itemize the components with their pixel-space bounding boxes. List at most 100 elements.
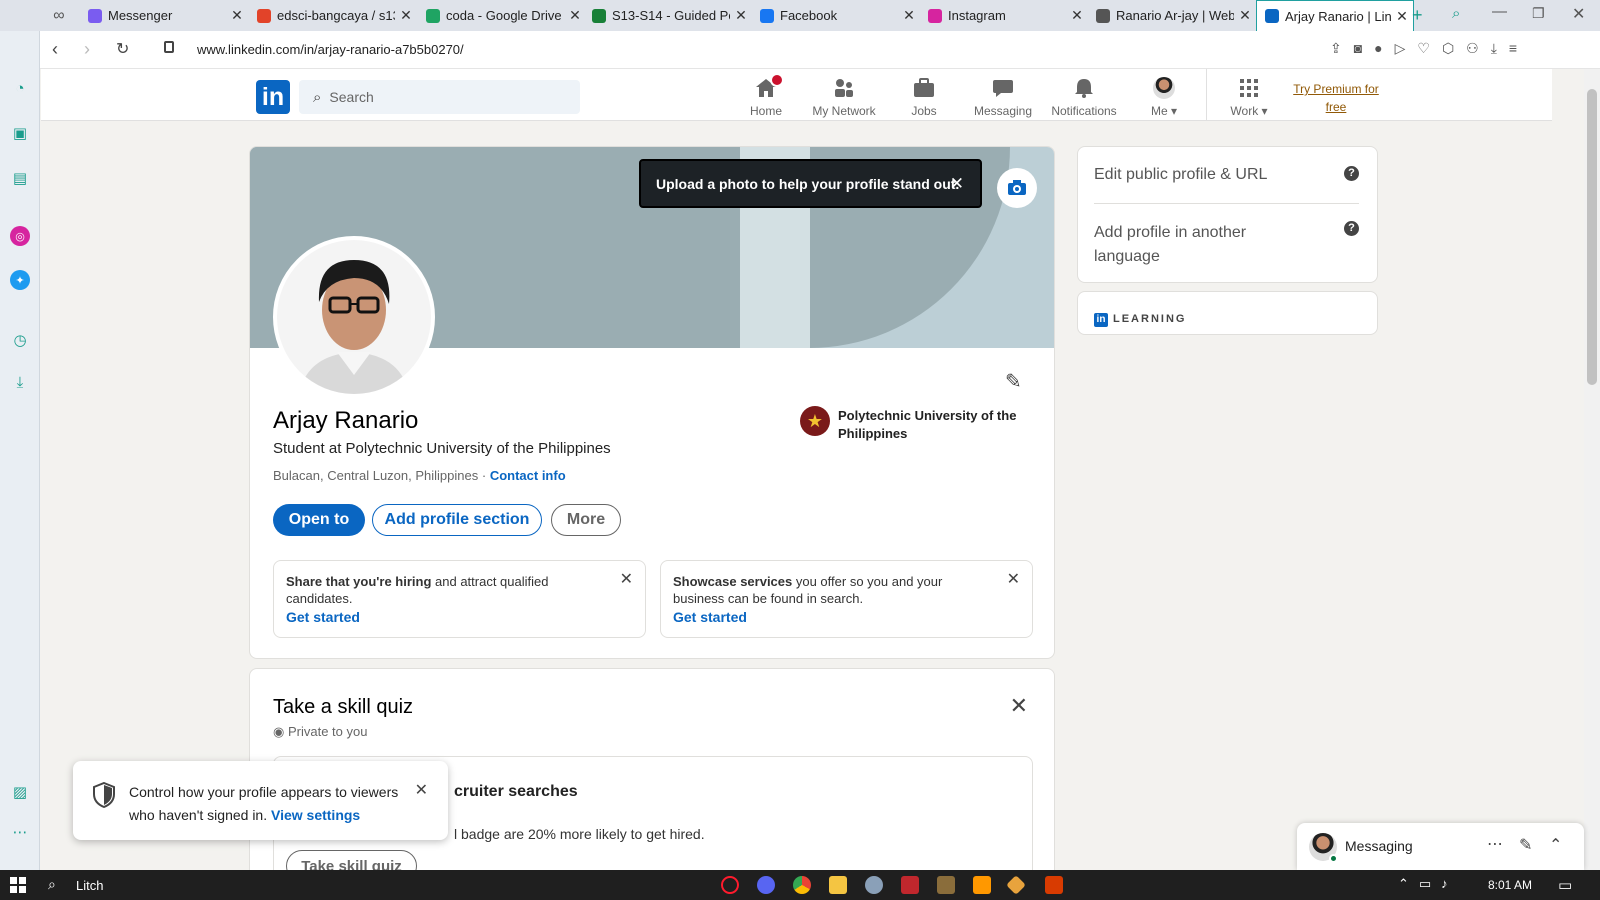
nav-me[interactable]: Me ▾ xyxy=(1125,72,1203,118)
tab-close-icon[interactable]: ✕ xyxy=(395,7,417,24)
quiz-private-row: ◉ Private to you xyxy=(273,724,367,740)
contact-info-link[interactable]: Contact info xyxy=(490,468,566,483)
more-icon[interactable]: ⋯ xyxy=(10,822,30,842)
app-taskbar-icon[interactable] xyxy=(865,876,883,894)
tab-close-icon[interactable]: ✕ xyxy=(1066,7,1088,24)
gallery-icon[interactable]: ▨ xyxy=(10,782,30,802)
more-button[interactable]: More xyxy=(551,504,621,536)
school-logo[interactable]: ★ xyxy=(800,406,830,436)
opera-taskbar-icon[interactable] xyxy=(721,876,739,894)
browser-tab[interactable]: coda - Google Drive ✕ xyxy=(418,0,586,31)
search-input[interactable]: ⌕ Search xyxy=(299,80,580,114)
app5-taskbar-icon[interactable] xyxy=(1045,876,1063,894)
discord-taskbar-icon[interactable] xyxy=(757,876,775,894)
browser-tab[interactable]: Instagram ✕ xyxy=(920,0,1088,31)
help-icon[interactable]: ? xyxy=(1344,166,1359,181)
compose-icon[interactable]: ✎ xyxy=(1519,835,1532,855)
profile-card: ✎ Arjay Ranario Student at Polytechnic U… xyxy=(249,146,1055,659)
profile-photo[interactable] xyxy=(273,236,435,398)
browser-tab[interactable]: S13-S14 - Guided Po ✕ xyxy=(584,0,752,31)
scrollbar[interactable] xyxy=(1584,69,1600,870)
hiring-get-started-link[interactable]: Get started xyxy=(286,609,360,625)
settings-divider xyxy=(1094,203,1359,204)
chevron-up-icon[interactable]: ⌃ xyxy=(1549,835,1562,855)
edit-intro-button[interactable]: ✎ xyxy=(1005,369,1022,394)
nav-my-network[interactable]: My Network xyxy=(805,72,883,118)
forward-button[interactable]: › xyxy=(84,39,90,60)
tooltip-close-icon[interactable]: ✕ xyxy=(950,174,964,194)
lock-icon xyxy=(164,41,174,53)
extensions-icon[interactable]: ▤ xyxy=(10,168,30,188)
notification-center-icon[interactable]: ▭ xyxy=(1558,876,1572,894)
back-button[interactable]: ‹ xyxy=(52,39,58,60)
downloads-icon[interactable]: ⤓ xyxy=(10,372,30,392)
privacy-toast: Control how your profile appears to view… xyxy=(73,761,448,840)
windows-start-icon[interactable] xyxy=(10,877,26,893)
help-icon[interactable]: ? xyxy=(1344,221,1359,236)
add-profile-section-button[interactable]: Add profile section xyxy=(372,504,542,536)
edit-public-profile-link[interactable]: Edit public profile & URL xyxy=(1094,166,1267,184)
file-explorer-taskbar-icon[interactable] xyxy=(829,876,847,894)
hiring-close-icon[interactable]: ✕ xyxy=(620,571,633,588)
nav-messaging[interactable]: Messaging xyxy=(964,72,1042,118)
try-premium-link[interactable]: Try Premium for free xyxy=(1286,80,1386,116)
app3-taskbar-icon[interactable] xyxy=(937,876,955,894)
url-field[interactable]: www.linkedin.com/in/arjay-ranario-a7b5b0… xyxy=(197,42,464,57)
tab-close-icon[interactable]: ✕ xyxy=(1391,8,1413,25)
tab-close-icon[interactable]: ✕ xyxy=(226,7,248,24)
view-settings-link[interactable]: View settings xyxy=(271,807,360,823)
instagram-icon[interactable]: ◎ xyxy=(10,226,30,246)
speed-dial-icon[interactable]: ◔ xyxy=(10,78,30,98)
nav-notifications[interactable]: Notifications xyxy=(1045,72,1123,118)
scrollbar-thumb[interactable] xyxy=(1587,89,1597,385)
new-tab-button[interactable]: + xyxy=(1412,5,1423,26)
profile-headline: Student at Polytechnic University of the… xyxy=(273,440,611,457)
nav-home[interactable]: Home xyxy=(727,72,805,118)
app2-taskbar-icon[interactable] xyxy=(901,876,919,894)
services-close-icon[interactable]: ✕ xyxy=(1007,571,1020,588)
tab-close-icon[interactable]: ✕ xyxy=(730,7,752,24)
windows-taskbar: ⌕ Litch ⌃▭♪ 8:01 AM ▭ xyxy=(0,870,1600,900)
taskbar-search-text[interactable]: Litch xyxy=(76,878,103,893)
reload-button[interactable]: ↻ xyxy=(116,39,129,59)
browser-tab[interactable]: edsci-bangcaya / s13 ✕ xyxy=(249,0,417,31)
workspace-icon[interactable]: ▣ xyxy=(10,123,30,143)
services-get-started-link[interactable]: Get started xyxy=(673,609,747,625)
toolbar-icons[interactable]: ⇪◙●▷♡⬡⚇⤓≡ xyxy=(1330,40,1529,57)
add-language-profile-link[interactable]: Add profile in another language xyxy=(1094,221,1294,269)
tab-search-icon[interactable]: ⌕ xyxy=(1452,5,1460,22)
taskbar-search-icon[interactable]: ⌕ xyxy=(48,876,56,893)
twitter-icon[interactable]: ✦ xyxy=(10,270,30,290)
open-to-button[interactable]: Open to xyxy=(273,504,365,536)
tab-title: Arjay Ranario | Linked xyxy=(1285,8,1391,24)
school-name[interactable]: Polytechnic University of the Philippine… xyxy=(838,407,1038,443)
tab-close-icon[interactable]: ✕ xyxy=(564,7,586,24)
close-window-button[interactable]: ✕ xyxy=(1572,4,1585,24)
tab-islands-icon[interactable]: ∞ xyxy=(44,0,74,31)
nav-work[interactable]: Work ▾ xyxy=(1210,72,1288,118)
restore-button[interactable]: ❐ xyxy=(1532,5,1545,22)
tab-favicon-icon xyxy=(1096,8,1110,23)
messaging-more-icon[interactable]: ⋯ xyxy=(1487,834,1503,854)
browser-tab[interactable]: Facebook ✕ xyxy=(752,0,920,31)
tab-close-icon[interactable]: ✕ xyxy=(898,7,920,24)
browser-tab[interactable]: Arjay Ranario | Linked✕ xyxy=(1256,0,1414,31)
clock[interactable]: 8:01 AM xyxy=(1488,878,1532,892)
messaging-overlay[interactable]: Messaging ⋯ ✎ ⌃ xyxy=(1297,823,1584,870)
search-placeholder: Search xyxy=(329,89,374,105)
browser-tab[interactable]: Ranario Ar-jay | Web ✕ xyxy=(1088,0,1256,31)
app4-taskbar-icon[interactable] xyxy=(1006,875,1026,895)
linkedin-logo[interactable]: in xyxy=(256,80,290,114)
edit-cover-button[interactable] xyxy=(997,168,1037,208)
toast-close-icon[interactable]: ✕ xyxy=(415,780,428,800)
camera-icon xyxy=(1008,180,1026,195)
chrome-taskbar-icon[interactable] xyxy=(793,876,811,894)
system-tray-icons[interactable]: ⌃▭♪ xyxy=(1398,876,1458,892)
sublime-taskbar-icon[interactable] xyxy=(973,876,991,894)
nav-jobs[interactable]: Jobs xyxy=(885,72,963,118)
quiz-close-icon[interactable]: ✕ xyxy=(1010,693,1028,719)
minimize-button[interactable]: — xyxy=(1492,3,1507,20)
browser-tab[interactable]: Messenger ✕ xyxy=(80,0,248,31)
history-icon[interactable]: ◷ xyxy=(10,330,30,350)
tab-close-icon[interactable]: ✕ xyxy=(1234,7,1256,24)
